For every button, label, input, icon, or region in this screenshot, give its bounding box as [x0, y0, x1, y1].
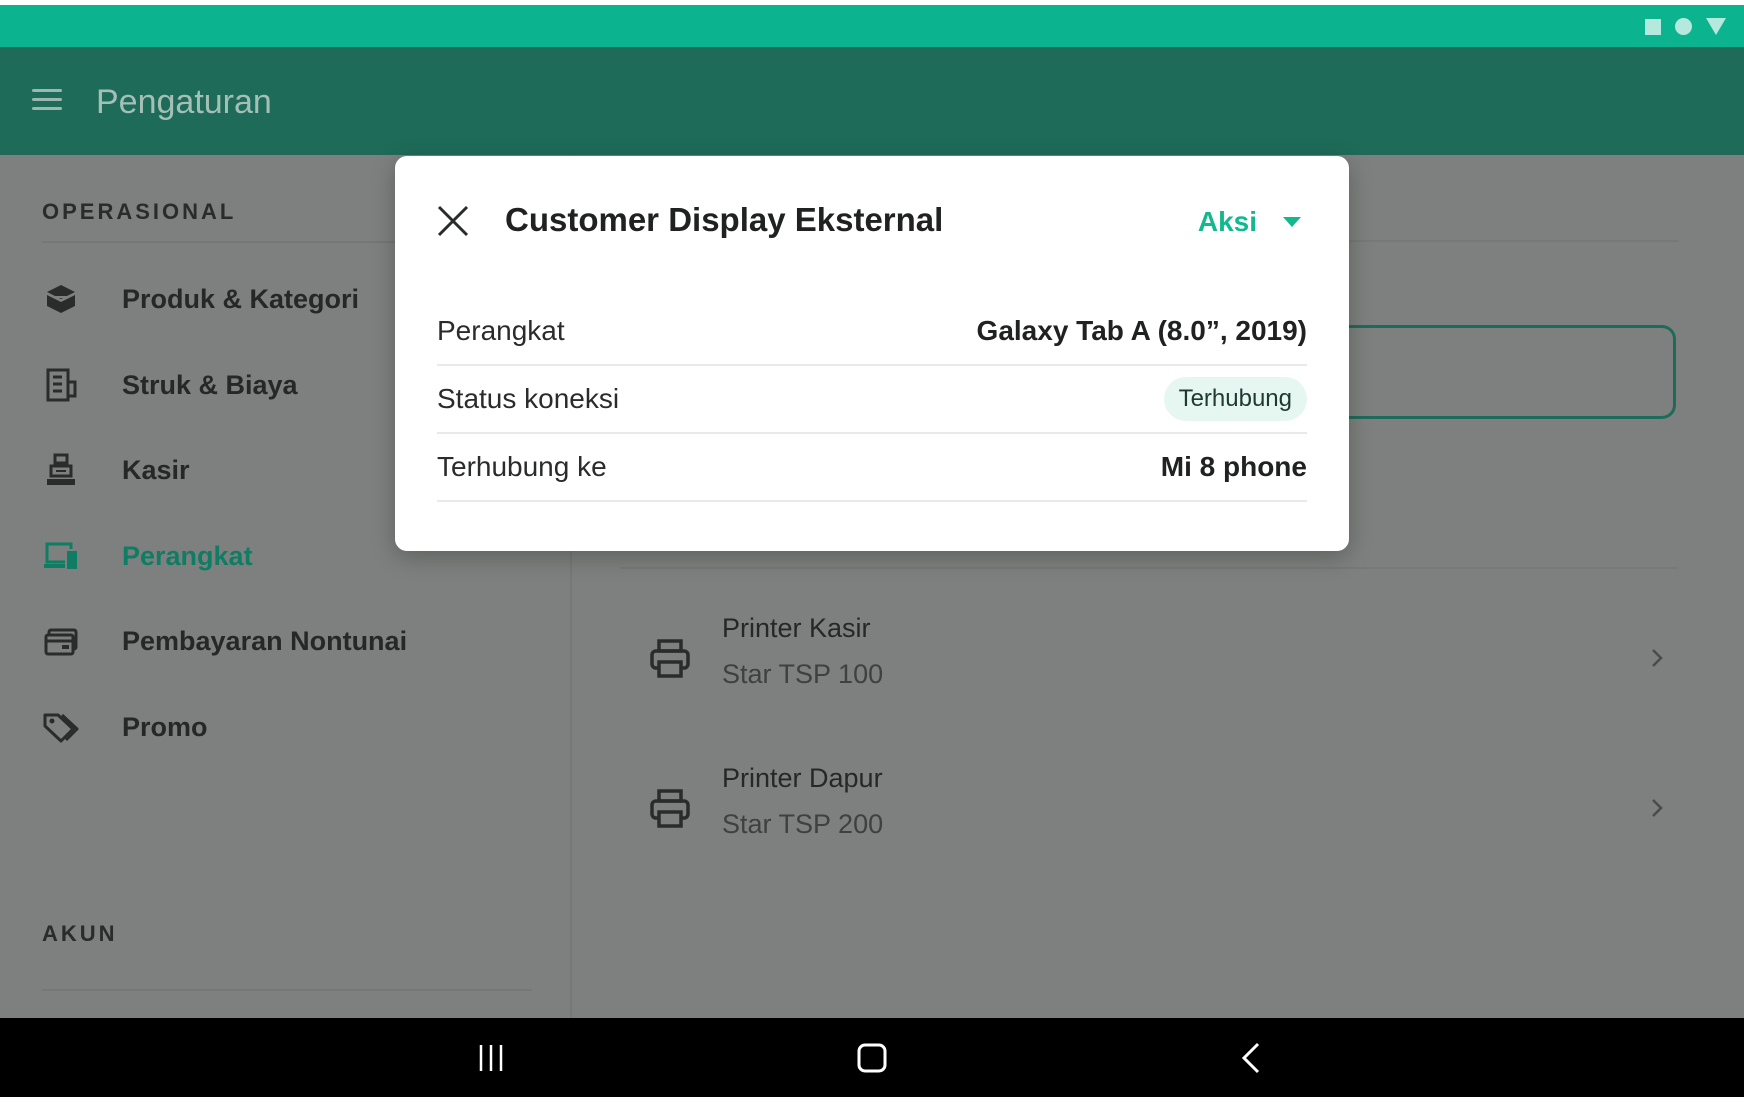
device-subtitle: Star TSP 100: [722, 659, 884, 689]
menu-icon[interactable]: [32, 89, 62, 111]
status-bar: [0, 5, 1744, 47]
info-row-terhubung-ke: Terhubung ke Mi 8 phone: [437, 434, 1307, 502]
system-navigation-bar: [0, 1018, 1744, 1097]
section-label-operasional: OPERASIONAL: [42, 199, 237, 224]
info-value: Galaxy Tab A (8.0”, 2019): [976, 315, 1307, 346]
recent-apps-icon[interactable]: [471, 1038, 511, 1078]
back-icon[interactable]: [1232, 1038, 1272, 1078]
info-key: Status koneksi: [437, 383, 620, 414]
caret-down-icon: [1283, 217, 1301, 227]
sidebar-item-label: Promo: [122, 711, 208, 742]
divider: [620, 567, 1678, 569]
printer-icon: [648, 787, 692, 831]
sidebar-item-promo[interactable]: Promo: [42, 697, 542, 757]
printer-icon: [648, 637, 692, 681]
chevron-right-icon: [1646, 797, 1668, 819]
info-row-status-koneksi: Status koneksi Terhubung: [437, 366, 1307, 434]
devices-icon: [42, 537, 80, 575]
app-bar: Pengaturan: [0, 47, 1744, 155]
device-row-printer-kasir[interactable]: Printer Kasir Star TSP 100: [620, 601, 1678, 721]
receipt-icon: [42, 366, 80, 404]
signal-triangle-icon: [1706, 18, 1726, 35]
device-subtitle: Star TSP 200: [722, 809, 884, 839]
action-dropdown[interactable]: Aksi: [1198, 206, 1301, 238]
sidebar-item-label: Produk & Kategori: [122, 283, 360, 314]
sidebar-item-pembayaran-nontunai[interactable]: Pembayaran Nontunai: [42, 611, 542, 671]
close-icon[interactable]: [437, 205, 469, 237]
divider: [42, 989, 532, 991]
page-title: Pengaturan: [96, 83, 272, 121]
info-key: Perangkat: [437, 315, 565, 346]
device-title: Printer Dapur: [722, 763, 883, 793]
info-key: Terhubung ke: [437, 451, 607, 482]
sidebar-item-label: Kasir: [122, 454, 190, 485]
circle-icon: [1675, 18, 1692, 35]
customer-display-dialog: Customer Display Eksternal Aksi Perangka…: [395, 156, 1349, 551]
dialog-title: Customer Display Eksternal: [505, 201, 944, 238]
cashier-icon: [42, 451, 80, 489]
status-badge: Terhubung: [1163, 377, 1307, 421]
section-label-akun: AKUN: [42, 921, 118, 946]
device-title: Printer Kasir: [722, 613, 871, 643]
tag-icon: [42, 708, 80, 746]
action-dropdown-label: Aksi: [1197, 206, 1257, 237]
home-icon[interactable]: [852, 1038, 892, 1078]
info-value: Mi 8 phone: [1160, 451, 1307, 482]
sidebar-item-label: Pembayaran Nontunai: [122, 625, 408, 656]
sidebar-item-label: Perangkat: [122, 540, 253, 571]
device-row-printer-dapur[interactable]: Printer Dapur Star TSP 200: [620, 751, 1678, 871]
box-icon: [42, 280, 80, 318]
chevron-right-icon: [1646, 647, 1668, 669]
screen: Pengaturan OPERASIONAL Produk & Kategori…: [0, 5, 1744, 1097]
wallet-icon: [42, 622, 80, 660]
square-icon: [1645, 18, 1661, 35]
info-row-perangkat: Perangkat Galaxy Tab A (8.0”, 2019): [437, 298, 1307, 366]
sidebar-item-label: Struk & Biaya: [122, 369, 298, 400]
